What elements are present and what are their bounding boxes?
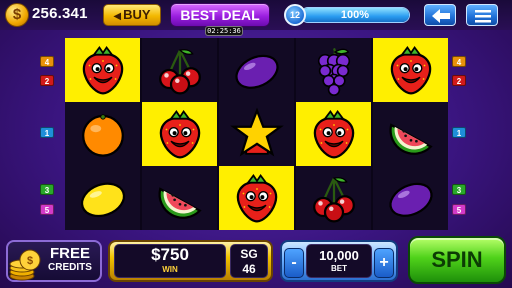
- level-badge: 12: [284, 4, 306, 26]
- reel-cell: [142, 102, 217, 166]
- orange-icon: [81, 114, 124, 157]
- lemon-icon: [80, 182, 125, 218]
- reel-cell: [65, 166, 140, 230]
- reel-cell: [296, 166, 371, 230]
- strawberry-icon: [159, 109, 200, 159]
- reel-cell: [296, 38, 371, 102]
- best-deal-button[interactable]: BEST DEAL: [170, 3, 270, 27]
- reel-cell: [373, 38, 448, 102]
- spin-button[interactable]: SPIN: [408, 236, 506, 284]
- reel-column: [142, 38, 217, 230]
- reel-cell: [219, 166, 294, 230]
- buy-label: BUY: [123, 7, 151, 22]
- plum-icon: [234, 54, 279, 89]
- xp-percent: 100%: [340, 9, 370, 21]
- back-arrow-icon: [432, 9, 450, 23]
- bet-label: BET: [331, 264, 347, 273]
- strawberry-icon: [390, 45, 431, 95]
- back-button[interactable]: [424, 4, 456, 26]
- sg-counter: SG 46: [230, 244, 268, 278]
- line-marker-right: 2: [452, 75, 466, 86]
- sg-value: 46: [242, 262, 256, 276]
- menu-icon: [475, 10, 491, 23]
- buy-arrow-icon: ◀: [113, 11, 122, 22]
- deal-timer: 02:25:36: [205, 26, 243, 36]
- reel-cell: [373, 102, 448, 166]
- reel-cell: [373, 166, 448, 230]
- line-marker-left: 1: [40, 127, 54, 138]
- star-icon: [229, 107, 284, 157]
- line-marker-right: 5: [452, 204, 466, 215]
- reel-column: [373, 38, 448, 230]
- reel-column: [219, 38, 294, 230]
- bet-value: 10,000: [319, 248, 359, 263]
- strawberry-icon: [313, 109, 354, 159]
- watermelon-icon: [158, 187, 202, 219]
- line-marker-right: 3: [452, 184, 466, 195]
- strawberry-icon: [82, 45, 123, 95]
- coin-icon: $: [5, 3, 29, 27]
- free-credits-label: FREE CREDITS: [40, 246, 100, 274]
- reel-cell: [219, 38, 294, 102]
- line-marker-right: 1: [452, 127, 466, 138]
- reel-cell: [142, 166, 217, 230]
- reel-cell: [65, 38, 140, 102]
- coin-stack-icon: $: [9, 249, 41, 281]
- reel-column: [65, 38, 140, 230]
- bet-decrease-button[interactable]: -: [284, 248, 304, 278]
- reel-cell: [142, 38, 217, 102]
- reel-column: [296, 38, 371, 230]
- line-marker-right: 4: [452, 56, 466, 67]
- reel-grid: [65, 38, 448, 230]
- credits-label: CREDITS: [48, 262, 92, 273]
- bet-display: 10,000 BET: [306, 244, 372, 278]
- cherry-icon: [158, 49, 201, 95]
- win-amount: $750: [151, 245, 189, 264]
- watermelon-icon: [389, 123, 433, 155]
- reel-cell: [65, 102, 140, 166]
- reel-cell: [296, 102, 371, 166]
- cherry-icon: [312, 177, 355, 223]
- svg-text:$: $: [27, 255, 33, 267]
- balance-value: 256.341: [32, 5, 88, 22]
- line-marker-left: 4: [40, 56, 54, 67]
- strawberry-icon: [236, 173, 277, 223]
- grapes-icon: [317, 47, 350, 97]
- reel-cell: [219, 102, 294, 166]
- plum-icon: [388, 182, 433, 217]
- line-marker-left: 2: [40, 75, 54, 86]
- buy-button[interactable]: ◀ BUY: [103, 4, 161, 26]
- sg-label: SG: [240, 247, 258, 261]
- bet-increase-button[interactable]: +: [374, 248, 394, 278]
- win-label: WIN: [162, 265, 178, 274]
- line-marker-left: 3: [40, 184, 54, 195]
- line-marker-left: 5: [40, 204, 54, 215]
- menu-button[interactable]: [466, 4, 498, 26]
- free-label: FREE: [49, 245, 90, 262]
